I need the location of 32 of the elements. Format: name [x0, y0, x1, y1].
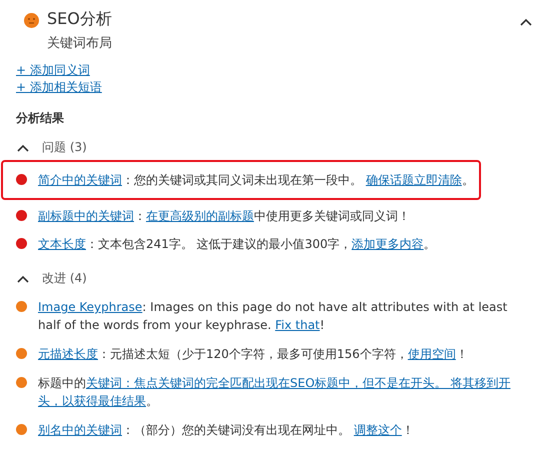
result-link[interactable]: 副标题中的关键词	[38, 209, 134, 223]
result-text: Image Keyphrase: Images on this page do not have alt attributes with at least half of the words from your keyphrase. Fix that!	[38, 299, 508, 334]
result-text: 文本长度：文本包含241字。 这低于建议的最小值300字，添加更多内容。	[38, 236, 437, 253]
section-heading: 分析结果	[16, 110, 65, 127]
result-link[interactable]: 在更高级别的副标题	[146, 209, 254, 223]
result-text: 标题中的关键词：焦点关键词的完全匹配出现在SEO标题中，但不是在开头。 将其移到开 头，以获得最佳结果。	[38, 375, 512, 410]
result-link[interactable]: Fix that	[275, 318, 320, 332]
add-link[interactable]: + 添加相关短语	[16, 79, 102, 96]
result-link[interactable]: 使用空间	[408, 347, 456, 361]
result-link[interactable]: 调整这个	[354, 423, 402, 437]
result-link[interactable]: 别名中的关键词	[38, 423, 122, 437]
result-link[interactable]: 头，以获得最佳结果	[38, 394, 146, 408]
result-link[interactable]: 文本长度	[38, 237, 86, 251]
result-link[interactable]: Image Keyphrase	[38, 300, 142, 314]
collapse-icon[interactable]	[17, 274, 29, 282]
result-text: 别名中的关键词：（部分）您的关键词没有出现在网址中。 调整这个！	[38, 422, 415, 439]
group-label: 改进 (4)	[42, 270, 87, 287]
result-link[interactable]: 添加更多内容	[352, 237, 424, 251]
collapse-icon[interactable]	[17, 144, 29, 152]
result-link[interactable]: 元描述长度	[38, 347, 98, 361]
collapse-icon[interactable]	[520, 18, 532, 26]
panel-subtitle: 关键词布局	[47, 35, 113, 52]
result-text: 简介中的关键词：您的关键词或其同义词未出现在第一段中。 确保话题立即清除。	[38, 172, 475, 189]
panel-title: SEO分析	[47, 8, 113, 30]
add-link[interactable]: + 添加同义词	[16, 62, 90, 79]
result-link[interactable]: 简介中的关键词	[38, 173, 122, 187]
smiley-icon	[24, 13, 39, 28]
result-text: 副标题中的关键词：在更高级别的副标题中使用更多关键词或同义词！	[38, 208, 411, 225]
group-label: 问题 (3)	[42, 139, 87, 156]
result-link[interactable]: 关键词：焦点关键词的完全匹配出现在SEO标题中，但不是在开头。 将其移到开	[86, 376, 510, 390]
result-link[interactable]: 确保话题立即清除	[366, 173, 462, 187]
result-text: 元描述长度：元描述太短（少于120个字符，最多可使用156个字符，使用空间！	[38, 346, 469, 363]
